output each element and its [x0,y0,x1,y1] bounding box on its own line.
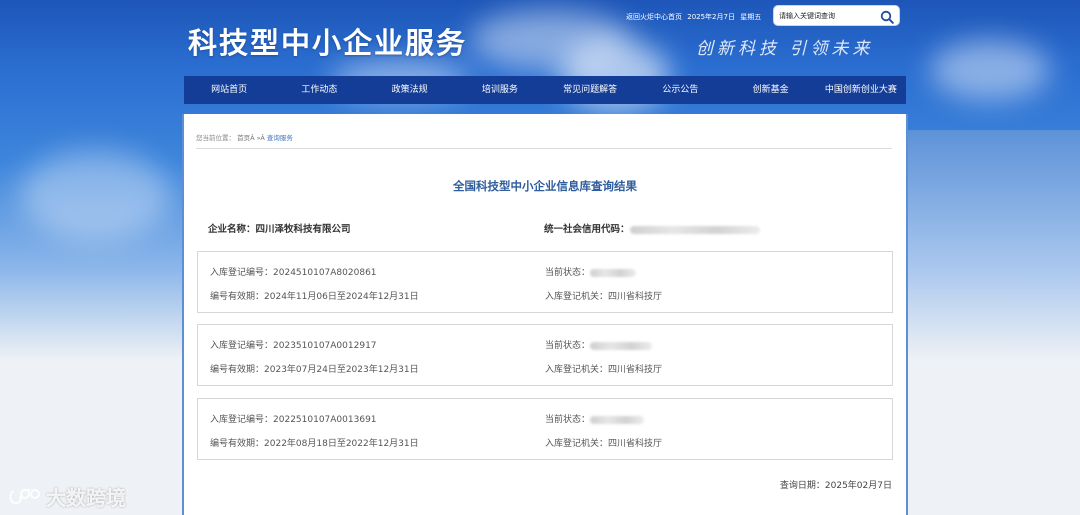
record-card: 入库登记编号：2024510107A8020861 编号有效期：2024年11月… [197,251,893,313]
authority-label: 入库登记机关： [545,365,609,375]
current-date: 2025年2月7日 [687,13,735,21]
authority-label: 入库登记机关： [545,439,609,449]
company-name-row: 企业名称：四川泽牧科技有限公司 [208,221,351,235]
reg-no-label: 入库登记编号： [210,341,274,351]
authority-field: 入库登记机关：四川省科技厅 [545,289,662,302]
status-redacted [590,341,653,350]
result-title: 全国科技型中小企业信息库查询结果 [453,179,637,193]
validity-field: 编号有效期：2024年11月06日至2024年12月31日 [210,289,419,302]
slogan: 创新科技 引领未来 [696,39,874,59]
main-content: 您当前位置： 首页Â »Â 查询服务 全国科技型中小企业信息库查询结果 企业名称… [184,114,906,515]
reg-no-value: 2023510107A0012917 [273,341,377,351]
watermark-text: 大数跨境 [46,486,126,510]
status-redacted [590,268,637,277]
validity-field: 编号有效期：2022年08月18日至2022年12月31日 [210,436,419,449]
reg-no-value: 2024510107A8020861 [273,268,377,278]
reg-no-label: 入库登记编号： [210,415,274,425]
nav-item-work-news[interactable]: 工作动态 [274,76,364,104]
validity-label: 编号有效期： [210,292,265,302]
status-field: 当前状态： [545,338,653,351]
search-input[interactable] [779,9,877,23]
reg-no-value: 2022510107A0013691 [273,415,377,425]
validity-field: 编号有效期：2023年07月24日至2023年12月31日 [210,362,419,375]
watermark: 大数跨境 [8,482,126,511]
validity-label: 编号有效期： [210,439,265,449]
company-name: 四川泽牧科技有限公司 [255,224,351,235]
watermark-logo-icon [9,488,40,504]
status-field: 当前状态： [545,412,645,425]
main-nav: 网站首页 工作动态 政策法规 培训服务 常见问题解答 公示公告 创新基金 中国创… [184,76,906,104]
reg-no-field: 入库登记编号：2023510107A0012917 [210,338,377,351]
credit-code-label: 统一社会信用代码： [544,224,630,235]
reg-no-label: 入库登记编号： [210,268,274,278]
reg-no-field: 入库登记编号：2024510107A8020861 [210,265,377,278]
nav-item-policy[interactable]: 政策法规 [365,76,455,104]
authority-value: 四川省科技厅 [608,292,663,302]
current-weekday: 星期五 [740,13,762,21]
query-date: 查询日期：2025年02月7日 [780,478,892,491]
search-box [773,5,900,26]
nav-item-announcements[interactable]: 公示公告 [635,76,725,104]
validity-value: 2023年07月24日至2023年12月31日 [264,365,419,375]
breadcrumb-home-link[interactable]: 首页Â »Â [237,134,265,142]
company-name-label: 企业名称： [208,224,256,235]
credit-code-redacted [629,225,760,234]
nav-item-training[interactable]: 培训服务 [455,76,545,104]
query-date-value: 2025年02月7日 [824,481,892,491]
authority-value: 四川省科技厅 [608,439,663,449]
side-background [905,130,1080,360]
status-label: 当前状态： [545,341,591,351]
authority-field: 入库登记机关：四川省科技厅 [545,436,662,449]
status-label: 当前状态： [545,268,591,278]
authority-value: 四川省科技厅 [608,365,663,375]
authority-field: 入库登记机关：四川省科技厅 [545,362,662,375]
site-header: 科技型中小企业服务 返回火炬中心首页 2025年2月7日 星期五 创新科技 引领… [0,0,1080,76]
status-redacted [590,415,645,424]
credit-code-row: 统一社会信用代码： [544,221,760,235]
nav-item-competition[interactable]: 中国创新创业大赛 [816,76,906,104]
top-links: 返回火炬中心首页 2025年2月7日 星期五 [626,12,764,22]
record-card: 入库登记编号：2022510107A0013691 编号有效期：2022年08月… [197,398,893,460]
validity-value: 2022年08月18日至2022年12月31日 [264,439,419,449]
nav-item-home[interactable]: 网站首页 [184,76,274,104]
reg-no-field: 入库登记编号：2022510107A0013691 [210,412,377,425]
status-field: 当前状态： [545,265,637,278]
record-card: 入库登记编号：2023510107A0012917 编号有效期：2023年07月… [197,324,893,386]
query-date-label: 查询日期： [779,481,825,491]
breadcrumb-current-link[interactable]: 查询服务 [267,134,293,142]
nav-item-innovation-fund[interactable]: 创新基金 [726,76,816,104]
breadcrumb: 您当前位置： 首页Â »Â 查询服务 [196,132,293,142]
validity-value: 2024年11月06日至2024年12月31日 [264,292,419,302]
site-title: 科技型中小企业服务 [188,26,468,60]
breadcrumb-prefix: 您当前位置： [196,134,235,142]
breadcrumb-divider [196,148,892,149]
nav-item-faq[interactable]: 常见问题解答 [545,76,635,104]
home-link[interactable]: 返回火炬中心首页 [626,13,682,21]
validity-label: 编号有效期： [210,365,265,375]
authority-label: 入库登记机关： [545,292,609,302]
search-icon[interactable] [880,9,894,24]
status-label: 当前状态： [545,415,591,425]
